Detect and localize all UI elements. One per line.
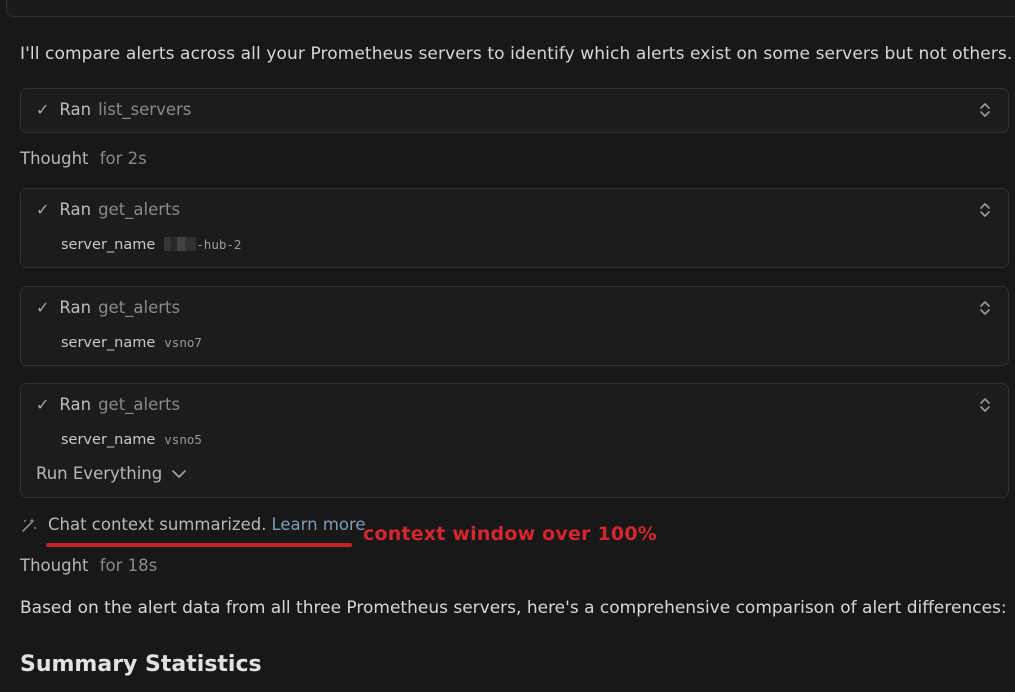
tool-name: get_alerts [98,395,181,414]
chevron-updown-icon[interactable] [978,396,992,414]
summarized-text: Chat context summarized. [48,515,267,534]
tool-status: Ran [59,298,92,317]
context-summarized-notice: Chat context summarized. Learn more [20,515,366,534]
param-value: vsno5 [164,432,202,447]
magic-wand-icon [22,517,36,532]
thought-duration: for 18s [99,556,158,575]
param-value: vsno7 [164,335,202,350]
param-key: server_name [61,335,156,351]
tool-name: get_alerts [98,298,181,317]
param-key: server_name [61,237,156,253]
check-icon: ✓ [36,200,50,219]
thought-indicator[interactable]: Thought for 2s [20,149,147,168]
chevron-updown-icon[interactable] [978,299,992,317]
check-icon: ✓ [36,100,50,119]
run-everything-dropdown[interactable]: Run Everything [36,464,187,483]
thought-indicator[interactable]: Thought for 18s [20,556,157,575]
tool-call-card[interactable]: ✓ Ran list_servers [20,88,1009,133]
chevron-down-icon [172,469,187,478]
tool-param: server_name vsno5 [61,432,202,448]
tool-name: get_alerts [98,200,181,219]
annotation-text: context window over 100% [363,523,657,545]
annotation-underline [46,543,352,547]
param-key: server_name [61,432,156,448]
check-icon: ✓ [36,395,50,414]
tool-call-card[interactable]: ✓ Ran get_alerts server_name -hub-2 [20,188,1009,268]
thought-label: Thought [20,149,89,168]
chevron-updown-icon[interactable] [978,101,992,119]
thought-label: Thought [20,556,89,575]
response-text: Based on the alert data from all three P… [20,598,1007,618]
intro-text: I'll compare alerts across all your Prom… [20,44,1013,64]
check-icon: ✓ [36,298,50,317]
run-everything-label: Run Everything [36,464,163,483]
redacted-block [164,237,197,251]
tool-status: Ran [59,395,92,414]
thought-duration: for 2s [99,149,147,168]
tool-status: Ran [59,100,92,119]
tool-call-card[interactable]: ✓ Ran get_alerts server_name vsno7 [20,286,1009,366]
chevron-updown-icon[interactable] [978,201,992,219]
learn-more-link[interactable]: Learn more [271,515,365,534]
param-value: -hub-2 [164,237,241,252]
tool-param: server_name -hub-2 [61,237,241,253]
tool-name: list_servers [98,100,192,119]
tool-status: Ran [59,200,92,219]
tool-param: server_name vsno7 [61,335,202,351]
section-heading: Summary Statistics [20,652,262,677]
tool-call-card[interactable]: ✓ Ran get_alerts server_name vsno5 Run E… [20,383,1009,498]
previous-card [6,0,1015,17]
